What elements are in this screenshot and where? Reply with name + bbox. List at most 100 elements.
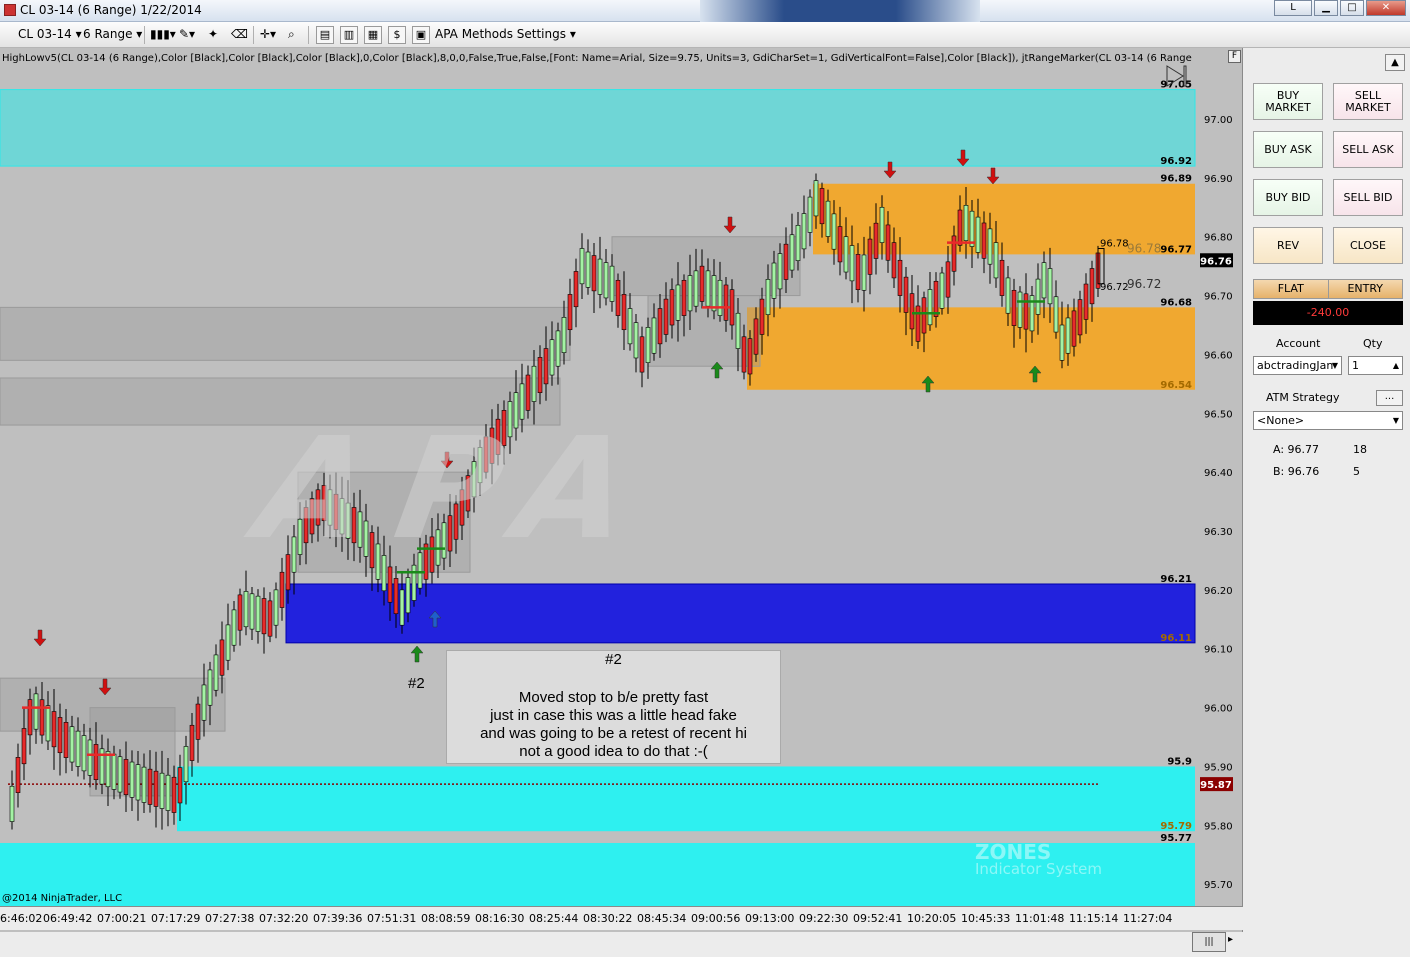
link-button[interactable]: L: [1274, 0, 1312, 16]
strategies-icon[interactable]: ▥: [340, 26, 358, 44]
down-candle: [729, 289, 735, 326]
maximize-button[interactable]: □: [1340, 0, 1364, 16]
reverse-button[interactable]: REV: [1253, 227, 1323, 264]
buy-ask-button[interactable]: BUY ASK: [1253, 131, 1323, 168]
down-candle: [51, 711, 57, 748]
position-label: FLAT: [1254, 280, 1328, 298]
copyright: @2014 NinjaTrader, LLC: [2, 893, 123, 904]
zoom-icon[interactable]: ⌕: [288, 27, 295, 42]
apa-settings-menu[interactable]: APA Methods Settings ▾: [435, 27, 576, 41]
down-candle: [237, 594, 243, 631]
chart-trader-icon[interactable]: ▦: [364, 26, 382, 44]
scroll-right-icon[interactable]: ▸: [1228, 934, 1240, 950]
up-candle: [849, 245, 855, 282]
time-tick-label: 07:17:29: [151, 912, 201, 925]
properties-icon[interactable]: ▣: [412, 26, 430, 44]
down-candle: [27, 699, 33, 736]
atm-strategy-select[interactable]: <None> ▼: [1253, 411, 1403, 430]
time-tick-label: 09:13:00: [745, 912, 795, 925]
sell-market-button[interactable]: SELL MARKET: [1333, 83, 1403, 120]
f-button[interactable]: F: [1228, 50, 1241, 63]
up-candle: [879, 206, 885, 243]
up-candle: [33, 693, 39, 730]
up-candle: [597, 258, 603, 295]
down-candle: [39, 699, 45, 736]
up-candle: [789, 234, 795, 271]
qty-label: Qty: [1363, 337, 1383, 350]
indicator-label: HighLowv5(CL 03-14 (6 Range),Color [Blac…: [2, 53, 1192, 64]
close-position-button[interactable]: CLOSE: [1333, 227, 1403, 264]
sell-ask-button[interactable]: SELL ASK: [1333, 131, 1403, 168]
up-candle: [45, 705, 51, 742]
price-tick-label: 96.20: [1204, 586, 1233, 597]
time-tick-label: 09:22:30: [799, 912, 849, 925]
chevron-down-icon: ▼: [1392, 416, 1399, 425]
down-candle: [261, 598, 267, 635]
up-candle: [765, 279, 771, 315]
down-candle: [63, 722, 69, 758]
down-candle: [147, 768, 153, 805]
draw-pencil-icon[interactable]: ✎▾: [179, 27, 195, 41]
down-candle: [1083, 283, 1089, 320]
buy-bid-button[interactable]: BUY BID: [1253, 179, 1323, 216]
up-candle: [399, 589, 405, 626]
price-tick-label: 95.90: [1204, 762, 1233, 773]
pnl-display: -240.00: [1253, 301, 1403, 325]
up-candle: [243, 591, 249, 628]
up-candle: [1041, 262, 1047, 299]
eraser-icon[interactable]: ⌫: [231, 27, 248, 41]
atm-options-button[interactable]: ...: [1376, 390, 1403, 406]
zone-price-label: 96.68: [1160, 297, 1192, 308]
range-low-gray-label: 96.72: [1127, 277, 1161, 291]
close-button[interactable]: ✕: [1366, 0, 1406, 16]
pin-icon[interactable]: ✦: [208, 27, 218, 41]
panel-scroll-up-button[interactable]: ▲: [1385, 54, 1405, 71]
down-candle: [681, 279, 687, 316]
down-candle: [591, 255, 597, 292]
down-candle: [189, 724, 195, 761]
down-candle: [657, 308, 663, 345]
up-candle: [135, 764, 141, 801]
price-chart[interactable]: 97.00 96.90 96.80 96.70 96.60 96.50 96.40 96.30…: [0, 48, 1243, 932]
down-candle: [171, 776, 177, 813]
up-candle: [531, 365, 537, 402]
time-tick-label: 07:39:36: [313, 912, 363, 925]
chart-toolbar: CL 03-14 ▾ 6 Range ▾ ▮▮▮▾ ✎▾ ✦ ⌫ ✛▾ ⌕ ▤ …: [0, 22, 1410, 48]
up-candle: [69, 726, 75, 763]
account-select[interactable]: abctradingJan ▼: [1253, 356, 1342, 375]
price-tick-label: 95.70: [1204, 880, 1233, 891]
up-candle: [705, 270, 711, 307]
price-tick-label: 95.80: [1204, 821, 1233, 832]
zone-price-label: 96.54: [1160, 380, 1192, 391]
crosshair-icon[interactable]: ✛▾: [260, 27, 276, 41]
period-selector[interactable]: 6 Range ▾: [83, 27, 142, 41]
up-candle: [1035, 278, 1041, 315]
up-candle: [207, 669, 213, 706]
minimize-button[interactable]: ▁: [1314, 0, 1338, 16]
down-candle: [1071, 310, 1077, 347]
quantity-stepper[interactable]: 1 ▲: [1348, 356, 1403, 375]
down-candle: [393, 578, 399, 615]
up-candle: [771, 262, 777, 299]
up-candle: [987, 228, 993, 265]
bid-size: 5: [1353, 465, 1360, 478]
up-candle: [603, 262, 609, 299]
buy-market-button[interactable]: BUY MARKET: [1253, 83, 1323, 120]
position-status: FLAT ENTRY: [1253, 279, 1403, 299]
down-candle: [1011, 289, 1017, 326]
down-candle: [957, 209, 963, 246]
zone-cyan-middle: [177, 766, 1195, 832]
up-candle: [969, 210, 975, 247]
down-candle: [663, 298, 669, 335]
indicators-icon[interactable]: ▤: [316, 26, 334, 44]
up-candle: [1047, 268, 1053, 305]
instrument-selector[interactable]: CL 03-14 ▾: [18, 27, 82, 41]
bar-type-icon[interactable]: ▮▮▮▾: [150, 27, 176, 41]
chart-scrollbar-thumb[interactable]: |||: [1192, 932, 1226, 952]
up-arrow-icon: [410, 645, 424, 663]
down-candle: [753, 318, 759, 355]
up-candle: [1005, 277, 1011, 314]
dollar-icon[interactable]: $: [388, 26, 406, 44]
up-candle: [81, 735, 87, 772]
sell-bid-button[interactable]: SELL BID: [1333, 179, 1403, 216]
